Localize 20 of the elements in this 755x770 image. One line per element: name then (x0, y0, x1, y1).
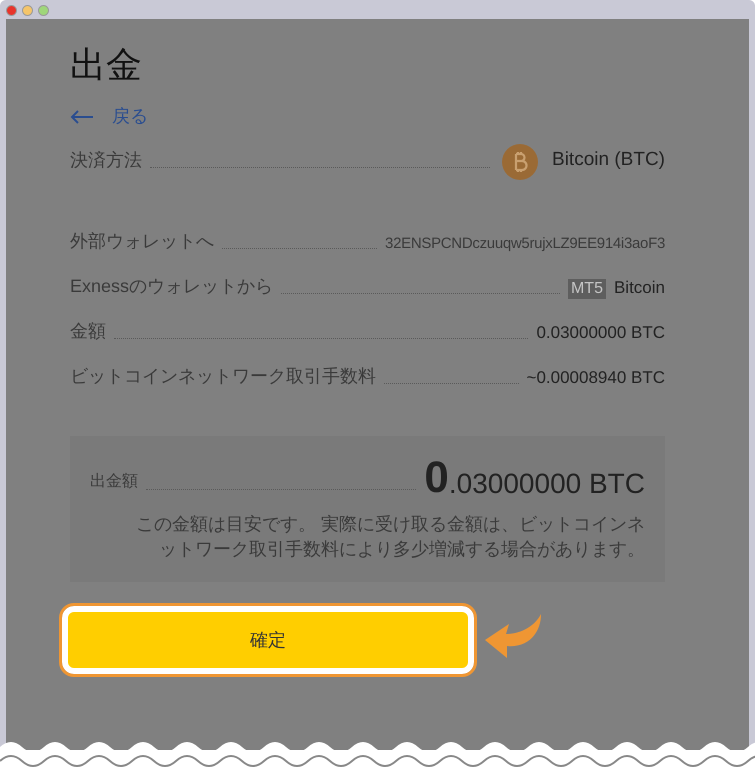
wallet-address: 32ENSPCNDczuuqw5rujxLZ9EE914i3aoF3 (385, 234, 665, 254)
amount-integer: 0 (424, 456, 449, 500)
amount-value: ~0.00008940 BTC (526, 366, 665, 388)
field-label: 外部ウォレットへ (70, 230, 214, 253)
account-badge: MT5 (568, 279, 606, 299)
disclaimer-text: この金額は目安です。 実際に受け取る金額は、ビットコインネットワーク取引手数料により多少増減する場合があります。 (134, 513, 645, 561)
amount-decimal: .03000000 BTC (448, 470, 645, 500)
page-title: 出金 (70, 47, 143, 83)
bitcoin-icon (502, 144, 538, 180)
field-label: 金額 (70, 320, 106, 343)
field-label: 決済方法 (70, 149, 142, 172)
field-label: Exnessのウォレットから (70, 275, 274, 298)
back-arrow-icon (70, 110, 94, 124)
pointer-arrow-icon (483, 612, 543, 660)
confirm-button[interactable]: 確定 (62, 606, 474, 674)
field-label: ビットコインネットワーク取引手数料 (70, 365, 376, 388)
amount-value: 0.03000000 BTC (536, 322, 665, 344)
payment-method: Bitcoin (BTC) (552, 148, 665, 172)
field-label: 出金額 (90, 472, 138, 492)
wallet-name: Bitcoin (614, 276, 665, 298)
